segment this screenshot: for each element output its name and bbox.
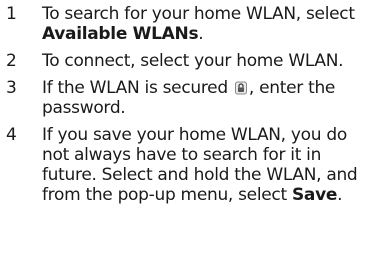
step-number: 1 xyxy=(6,4,17,24)
step-3: 3 If the WLAN is secured , enter the pas… xyxy=(0,78,373,118)
step-2: 2 To connect, select your home WLAN. xyxy=(0,51,373,71)
step-text: If the WLAN is secured xyxy=(42,78,233,98)
step-text: To search for your home WLAN, select xyxy=(42,4,355,24)
instruction-list: 1 To search for your home WLAN, select A… xyxy=(0,0,373,212)
step-4: 4 If you save your home WLAN, you do not… xyxy=(0,125,373,205)
step-text-end: . xyxy=(198,24,204,44)
ui-label-available-wlans: Available WLANs xyxy=(42,24,199,44)
step-number: 3 xyxy=(6,78,17,98)
step-number: 2 xyxy=(6,51,17,71)
step-1: 1 To search for your home WLAN, select A… xyxy=(0,0,373,44)
step-text: To connect, select your home WLAN. xyxy=(42,51,344,71)
step-text-end: . xyxy=(337,185,343,205)
ui-label-save: Save xyxy=(291,185,338,205)
lock-icon xyxy=(234,81,248,95)
step-number: 4 xyxy=(6,125,17,145)
